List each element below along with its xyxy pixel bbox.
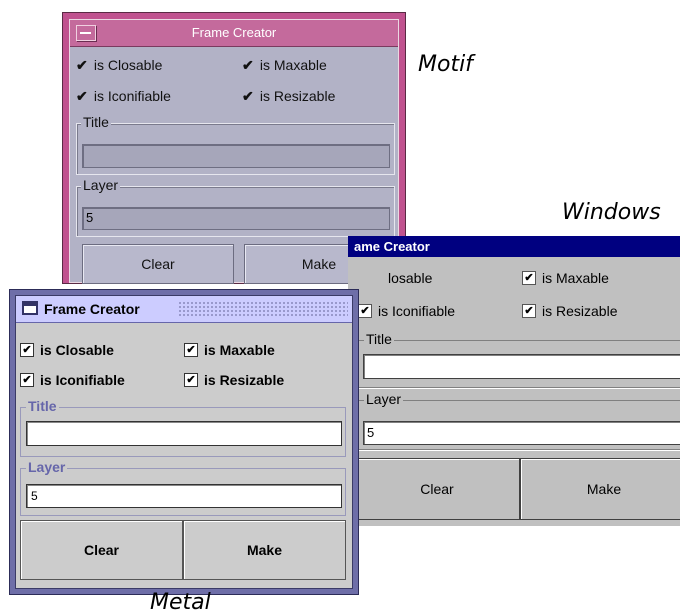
checkmark-icon: ✔: [20, 343, 34, 357]
layer-group-label: Layer: [364, 391, 404, 407]
frame-icon: [22, 301, 38, 315]
checkbox-label: is Maxable: [259, 57, 327, 73]
window-title: Frame Creator: [44, 301, 140, 317]
checkbox-label: is Iconifiable: [93, 88, 171, 104]
checkbox-label: is Iconifiable: [378, 303, 456, 319]
window-title: ame Creator: [354, 239, 430, 254]
make-button[interactable]: Make: [520, 458, 680, 520]
title-field[interactable]: [26, 421, 342, 446]
layer-group-label: Layer: [26, 459, 68, 475]
iconifiable-checkbox[interactable]: ✔ is Iconifiable: [20, 372, 125, 388]
resizable-checkbox[interactable]: ✔ is Resizable: [522, 303, 617, 319]
windows-title-bar[interactable]: ame Creator: [348, 236, 680, 257]
closable-checkbox[interactable]: ✔ is Closable: [20, 342, 114, 358]
checkmark-icon: ✔: [184, 373, 198, 387]
resizable-checkbox[interactable]: ✔ is Resizable: [184, 372, 284, 388]
checkmark-icon: ✔: [522, 271, 536, 285]
window-title: Frame Creator: [191, 25, 277, 40]
clear-button[interactable]: Clear: [354, 458, 520, 520]
maxable-checkbox[interactable]: ✔ is Maxable: [184, 342, 275, 358]
checkmark-icon: ✔: [76, 88, 88, 104]
layer-field[interactable]: 5: [82, 207, 390, 230]
checkmark-icon: ✔: [358, 304, 372, 318]
title-group-label: Title: [26, 398, 59, 414]
iconifiable-checkbox[interactable]: ✔ is Iconifiable: [358, 303, 455, 319]
checkbox-label: is Closable: [93, 57, 163, 73]
resizable-checkbox[interactable]: ✔ is Resizable: [242, 88, 335, 105]
metal-frame-creator-window: Frame Creator ✔ is Closable ✔ is Maxable…: [9, 289, 359, 595]
closable-checkbox[interactable]: losable: [388, 270, 432, 286]
maxable-checkbox[interactable]: ✔ is Maxable: [242, 57, 327, 74]
checkbox-label: losable: [388, 270, 433, 286]
title-group-label: Title: [364, 331, 394, 347]
layer-field[interactable]: 5: [26, 484, 342, 508]
checkmark-icon: ✔: [20, 373, 34, 387]
layer-group-label: Layer: [81, 177, 121, 193]
title-field[interactable]: [82, 144, 390, 168]
clear-button[interactable]: Clear: [82, 244, 234, 284]
layer-field[interactable]: 5: [363, 421, 680, 445]
checkbox-label: is Resizable: [204, 372, 285, 388]
windows-frame-creator-window: ame Creator losable ✔ is Maxable ✔ is Ic…: [348, 236, 680, 526]
make-button[interactable]: Make: [183, 520, 346, 580]
checkmark-icon: ✔: [522, 304, 536, 318]
checkmark-icon: ✔: [184, 343, 198, 357]
title-field[interactable]: [363, 354, 680, 379]
windows-caption: Windows: [562, 200, 661, 225]
clear-button[interactable]: Clear: [20, 520, 183, 580]
checkmark-icon: ✔: [76, 57, 88, 73]
iconifiable-checkbox[interactable]: ✔ is Iconifiable: [76, 88, 171, 105]
checkbox-label: is Iconifiable: [40, 372, 125, 388]
checkbox-label: is Resizable: [542, 303, 618, 319]
motif-caption: Motif: [418, 52, 473, 77]
checkmark-icon: ✔: [242, 88, 254, 104]
title-group-label: Title: [81, 114, 111, 130]
metal-title-bar[interactable]: Frame Creator: [16, 296, 352, 323]
closable-checkbox[interactable]: ✔ is Closable: [76, 57, 162, 74]
maxable-checkbox[interactable]: ✔ is Maxable: [522, 270, 609, 286]
checkmark-icon: ✔: [242, 57, 254, 73]
checkbox-label: is Resizable: [259, 88, 336, 104]
checkbox-label: is Maxable: [542, 270, 609, 286]
checkbox-label: is Closable: [40, 342, 114, 358]
title-bar-grip: [178, 301, 348, 316]
checkbox-label: is Maxable: [204, 342, 275, 358]
metal-content: Frame Creator ✔ is Closable ✔ is Maxable…: [15, 295, 353, 589]
motif-title-bar[interactable]: Frame Creator: [70, 20, 398, 47]
metal-caption: Metal: [150, 590, 211, 615]
